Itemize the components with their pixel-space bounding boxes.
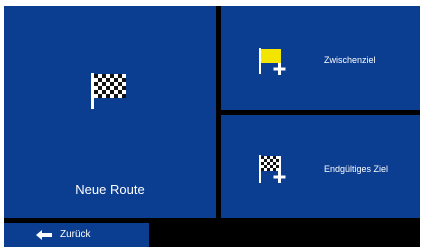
waypoint-label: Zwischenziel bbox=[324, 55, 376, 65]
checkered-flag-plus-icon bbox=[257, 153, 291, 185]
checkered-flag-icon bbox=[88, 68, 132, 112]
final-destination-label: Endgültiges Ziel bbox=[324, 164, 389, 174]
new-route-label: Neue Route bbox=[75, 182, 145, 197]
back-label: Zurück bbox=[60, 229, 91, 240]
navigation-menu-screen: Neue Route Zwischenziel Endgültiges Ziel… bbox=[4, 6, 420, 247]
waypoint-button[interactable]: Zwischenziel bbox=[221, 6, 420, 110]
yellow-flag-plus-icon bbox=[257, 46, 291, 76]
back-button[interactable]: Zurück bbox=[4, 223, 149, 247]
arrow-left-icon bbox=[36, 230, 52, 240]
final-destination-button[interactable]: Endgültiges Ziel bbox=[221, 115, 420, 218]
new-route-button[interactable]: Neue Route bbox=[4, 6, 216, 218]
